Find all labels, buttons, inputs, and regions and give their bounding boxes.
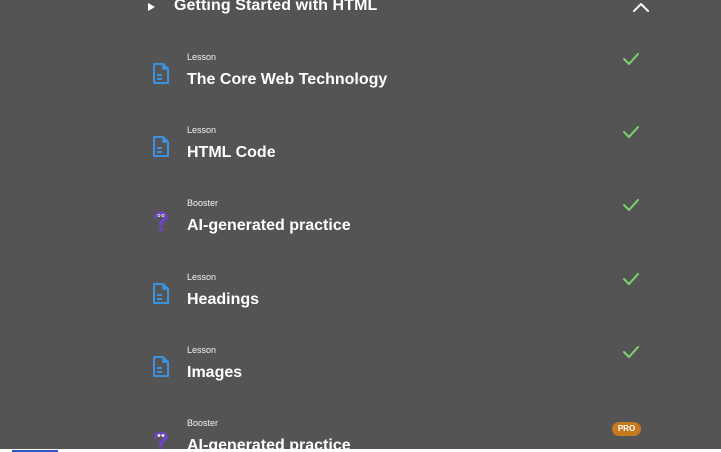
play-icon[interactable]: [148, 3, 155, 11]
lesson-item[interactable]: Lesson HTML Code: [145, 113, 655, 173]
question-mascot-icon: [154, 211, 168, 232]
item-type-label: Lesson: [187, 125, 217, 135]
document-icon: [153, 356, 169, 377]
booster-item[interactable]: Booster AI-generated practice PRO: [145, 406, 655, 452]
lesson-item[interactable]: Lesson The Core Web Technology: [145, 40, 655, 100]
document-icon: [153, 283, 169, 304]
check-icon: [623, 346, 639, 358]
check-icon: [623, 273, 639, 285]
pro-badge: PRO: [612, 422, 641, 436]
item-type-label: Lesson: [187, 272, 217, 282]
item-type-label: Booster: [187, 198, 219, 208]
lesson-item[interactable]: Lesson Images: [145, 333, 655, 393]
check-icon: [623, 126, 639, 138]
lesson-item[interactable]: Lesson Headings: [145, 260, 655, 320]
check-icon: [623, 53, 639, 65]
item-type-label: Lesson: [187, 345, 217, 355]
item-type-label: Lesson: [187, 52, 217, 62]
chevron-up-icon[interactable]: [632, 0, 650, 14]
item-type-label: Booster: [187, 418, 219, 428]
section-header[interactable]: Getting Started with HTML: [0, 0, 721, 18]
check-icon: [623, 199, 639, 211]
item-title[interactable]: HTML Code: [187, 144, 276, 162]
item-title[interactable]: Headings: [187, 291, 259, 309]
item-title[interactable]: AI-generated practice: [187, 217, 351, 235]
item-title[interactable]: The Core Web Technology: [187, 71, 387, 89]
course-outline: Getting Started with HTML Lesson The Cor…: [0, 0, 721, 452]
section-title[interactable]: Getting Started with HTML: [174, 0, 377, 15]
item-title[interactable]: Images: [187, 364, 242, 382]
document-icon: [153, 63, 169, 84]
document-icon: [153, 136, 169, 157]
booster-item[interactable]: Booster AI-generated practice: [145, 186, 655, 246]
